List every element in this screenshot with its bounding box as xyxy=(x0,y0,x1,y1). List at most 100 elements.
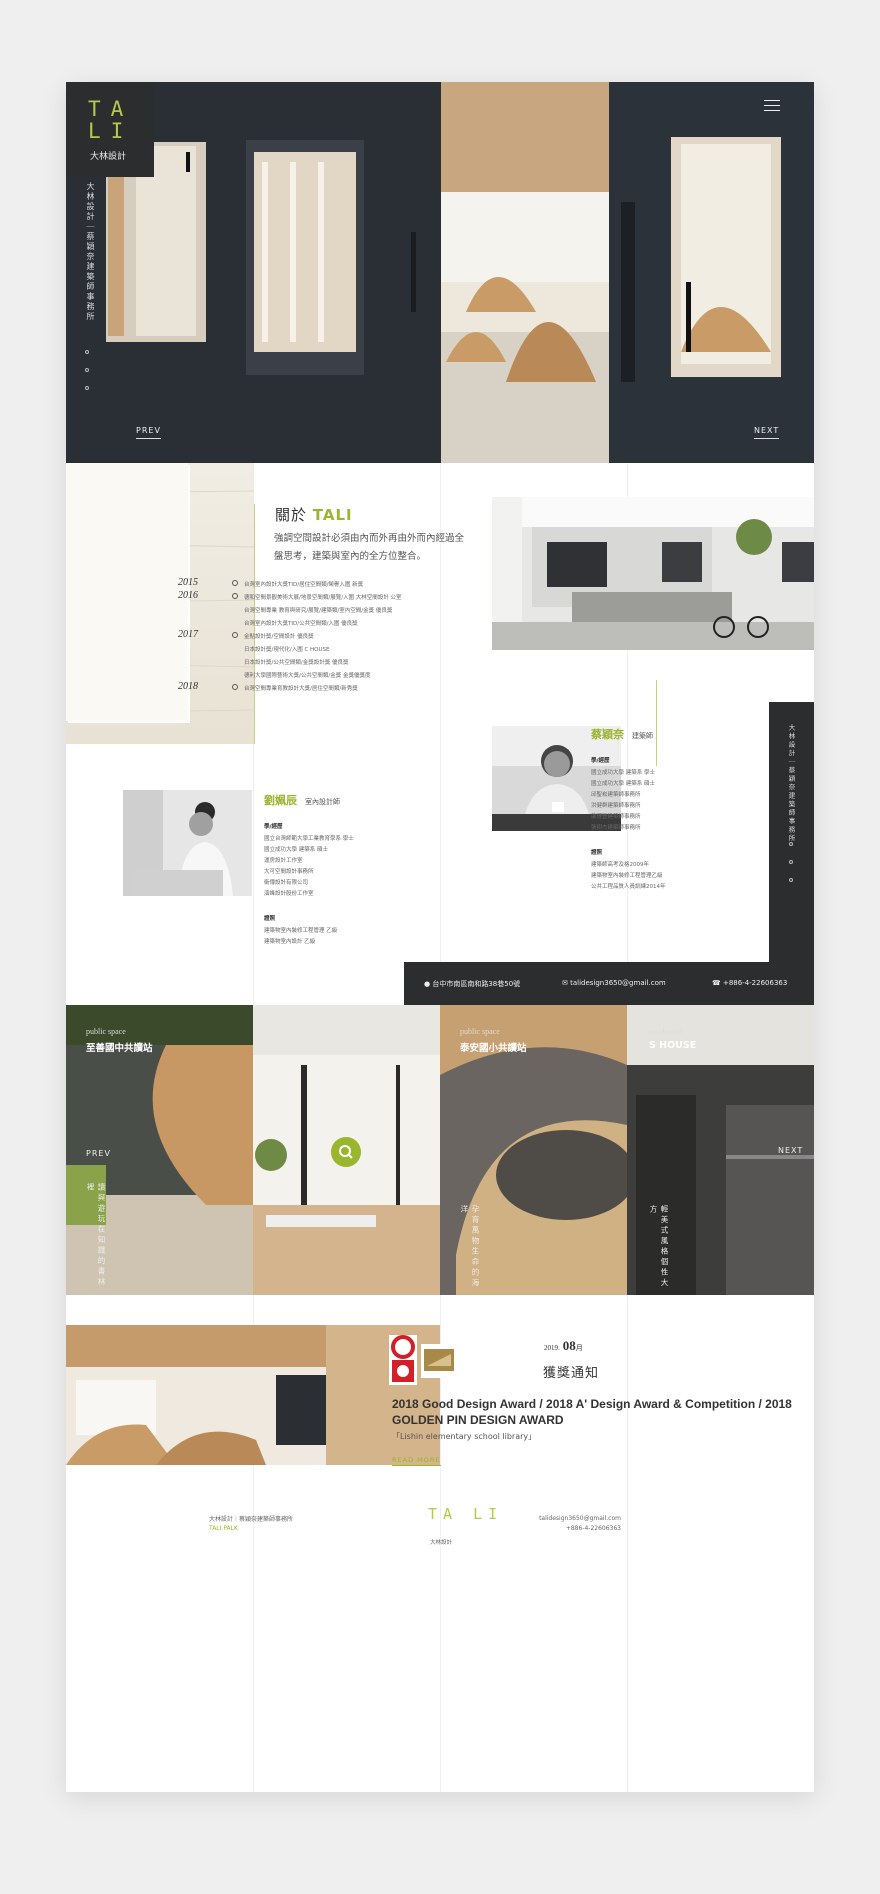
team-experience-item: 國立成功大學 建築系 碩士 xyxy=(591,781,655,787)
projects-gallery: public space 至善國中共讀站 讀與遊玩在知識的書林裡 PREV pu… xyxy=(66,1005,814,1295)
phone-icon: ☎ xyxy=(712,979,723,987)
dark-side-panel: 大林設計｜蔡穎奈建築師事務所 xyxy=(769,702,814,962)
hero-image xyxy=(66,82,814,463)
team-section-heading: 學/經歷 xyxy=(591,758,610,764)
contact-bar: ● 台中市南區南和路38巷50號 ✉ talidesign3650@gmail.… xyxy=(404,962,814,1005)
team-name-text: 劉姵辰 xyxy=(264,794,297,807)
footer-email[interactable]: talidesign3650@gmail.com xyxy=(539,1514,621,1524)
footer-contact: talidesign3650@gmail.com +886-4-22606363 xyxy=(539,1514,621,1534)
team-cert-item: 公共工程品質人員訓練2014年 xyxy=(591,884,666,890)
timeline-item: 金點設計獎/空間設計 優良獎 xyxy=(244,634,314,640)
timeline-item: 台灣室內設計大獎TID/居住空間類/榮譽入圍 新獎 xyxy=(244,582,364,588)
team-experience-item: 張樹杰建築師事務所 xyxy=(591,825,641,831)
hamburger-icon[interactable] xyxy=(764,100,780,115)
team-name: 劉姵辰 室內設計師 xyxy=(264,792,340,808)
projects-next-button[interactable]: NEXT xyxy=(778,1146,803,1158)
footer-phone[interactable]: +886-4-22606363 xyxy=(539,1524,621,1534)
page-card: TA LI 大林設計 大林設計｜蔡穎奈建築師事務所 PREV NEXT 關於 T… xyxy=(66,82,814,1792)
timeline-year: 2017 xyxy=(178,629,198,640)
hero-vertical-tagline: 大林設計｜蔡穎奈建築師事務所 xyxy=(86,182,95,322)
brand-logo-box[interactable]: TA LI 大林設計 xyxy=(66,82,154,177)
about-card-bg xyxy=(66,463,188,721)
golden-pin-award-logo xyxy=(421,1344,457,1378)
project-1-category: public space xyxy=(86,1027,126,1036)
project-1-name[interactable]: 至善國中共讀站 xyxy=(86,1040,153,1054)
project-3-name[interactable]: 泰安國小共讀站 xyxy=(460,1040,527,1054)
team-section-heading: 證照 xyxy=(591,850,603,856)
team-rule xyxy=(656,680,657,766)
award-date: 2019. 08月 xyxy=(544,1338,583,1353)
timeline-year: 2016 xyxy=(178,590,198,601)
footer-logo[interactable]: TA LI xyxy=(428,1507,503,1522)
award-project-photo xyxy=(66,1325,440,1465)
good-design-award-logo xyxy=(389,1335,417,1385)
team-experience-item: 演峰設計股份工作室 xyxy=(264,891,314,897)
timeline-year: 2018 xyxy=(178,681,198,692)
hero-prev-button[interactable]: PREV xyxy=(136,426,161,439)
timeline-dot xyxy=(232,580,238,586)
about-description: 強調空間設計必須由內而外再由外而內經過全盤思考，建築與室內的全方位整合。 xyxy=(274,533,465,562)
search-icon xyxy=(339,1145,353,1159)
team-experience-item: 洪健群建築師事務所 xyxy=(591,803,641,809)
phone-link[interactable]: ☎ +886-4-22606363 xyxy=(712,979,787,987)
project-4-name[interactable]: S HOUSE xyxy=(649,1040,696,1051)
side-vertical-tagline: 大林設計｜蔡穎奈建築師事務所 xyxy=(787,724,795,843)
award-notice-heading: 獲獎通知 xyxy=(543,1366,600,1381)
team-name-text: 蔡穎奈 xyxy=(591,728,624,741)
hero-pagination-dots[interactable] xyxy=(85,350,91,404)
project-search-button[interactable] xyxy=(331,1137,361,1167)
timeline-item: 日本設計獎/現代化/入圍 C HOUSE xyxy=(244,647,330,653)
timeline-dot xyxy=(232,593,238,599)
project-1-tagline: 讀與遊玩在知識的書林裡 xyxy=(86,1183,106,1288)
team-experience-item: 運房設計工作室 xyxy=(264,858,303,864)
footer-logo-sub: 大林設計 xyxy=(430,1540,453,1546)
team-section-heading: 證照 xyxy=(264,916,276,922)
project-3-tagline: 孕育萬物生命的海洋 xyxy=(460,1205,480,1289)
team-experience-item: 衛傳設計有限公司 xyxy=(264,880,309,886)
project-4-tagline: 輕美式風格個性大方 xyxy=(649,1205,669,1289)
award-subtitle: 「Lishin elementary school library」 xyxy=(392,1432,537,1441)
timeline-item: 德和空間景觀美術大展/地景空間類/展覽/入圍 大林空間設計 公室 xyxy=(244,595,402,601)
brand-name: 大林設計 xyxy=(90,152,127,162)
footer-company: 大林設計｜蔡穎奈建築師事務所 xyxy=(209,1516,294,1523)
read-more-link[interactable]: READ MORE xyxy=(392,1456,441,1466)
building-photo xyxy=(492,497,814,650)
project-4-category: residential xyxy=(649,1027,683,1036)
email-link[interactable]: ✉ talidesign3650@gmail.com xyxy=(562,979,666,987)
team-name: 蔡穎奈 建築師 xyxy=(591,726,653,742)
side-pagination-dots[interactable] xyxy=(789,842,795,896)
hero-next-button[interactable]: NEXT xyxy=(754,426,780,439)
project-3-category: public space xyxy=(460,1027,500,1036)
team-cert-item: 建築物室內裝修工程管理 乙級 xyxy=(264,928,338,934)
footer-link[interactable]: TALI.PALK xyxy=(209,1525,238,1532)
team-experience-item: 國立成功大學 建築系 學士 xyxy=(591,770,655,776)
hero-slider: TA LI 大林設計 大林設計｜蔡穎奈建築師事務所 PREV NEXT xyxy=(66,82,814,463)
team-cert-item: 建築物室內裝修工程管理乙級 xyxy=(591,873,663,879)
timeline-item: 日本設計獎/公共空間類/金獎設計獎 優良獎 xyxy=(244,660,349,666)
team-experience-item: 蘆理豐建築師事務所 xyxy=(591,814,641,820)
team-experience-item: 國立台灣師範大學工業教育學系 學士 xyxy=(264,836,354,842)
timeline-dot xyxy=(232,684,238,690)
team-section-heading: 學/經歷 xyxy=(264,824,283,830)
projects-prev-button[interactable]: PREV xyxy=(86,1149,111,1161)
brand-logo-text: TA LI xyxy=(88,97,134,143)
award-title: 2018 Good Design Award / 2018 A' Design … xyxy=(392,1397,792,1427)
designer-photo xyxy=(123,790,252,896)
team-experience-item: 國立成功大學 建築系 碩士 xyxy=(264,847,328,853)
timeline-year: 2015 xyxy=(178,577,198,588)
mail-icon: ✉ xyxy=(562,979,571,987)
projects-images xyxy=(66,1005,814,1295)
timeline-item: 台灣室內設計大獎TID/公共空間類/入圍 優良獎 xyxy=(244,621,358,627)
team-role: 室內設計師 xyxy=(305,798,340,806)
address[interactable]: ● 台中市南區南和路38巷50號 xyxy=(424,979,520,989)
team-cert-item: 建築物室內設計 乙級 xyxy=(264,939,316,945)
timeline-item: 台灣空間專業 教育與研究/展覽/建築類/室內空間/金獎 優良獎 xyxy=(244,608,393,614)
team-experience-item: 大可空間設計事務所 xyxy=(264,869,314,875)
about-title: 關於 TALI xyxy=(275,506,353,524)
timeline-dot xyxy=(232,632,238,638)
team-cert-item: 建築師高考及格2009年 xyxy=(591,862,649,868)
timeline-item: 德利大學國際藝術大獎/公共空間類/金獎 金獎優獎度 xyxy=(244,673,371,679)
timeline-item: 台灣空間專業育教設計大獎/居住空間類/新秀獎 xyxy=(244,686,358,692)
team-experience-item: 邱聖崧建築師事務所 xyxy=(591,792,641,798)
team-role: 建築師 xyxy=(632,732,653,740)
